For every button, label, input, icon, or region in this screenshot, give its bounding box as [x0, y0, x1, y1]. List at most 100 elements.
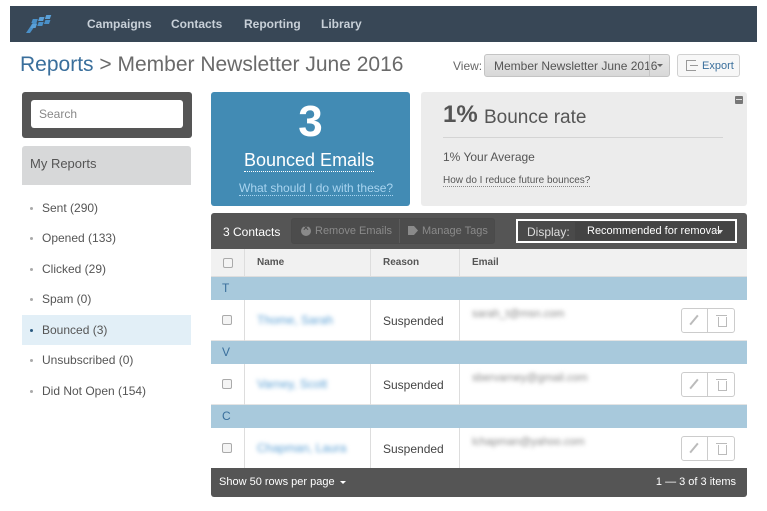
bounce-reason: Suspended — [383, 378, 444, 392]
cell-reason: Suspended — [371, 364, 460, 405]
sidebar-item-label: Did Not Open (154) — [42, 384, 147, 398]
sidebar-item-opened[interactable]: Opened (133) — [22, 223, 191, 253]
bounce-rate-value: 1% — [443, 101, 478, 128]
bullet-icon — [30, 359, 33, 362]
tag-icon — [408, 226, 418, 235]
manage-tags-button[interactable]: Manage Tags — [400, 219, 496, 243]
sidebar-item-label: Spam (0) — [42, 292, 92, 306]
sidebar-item-label: Opened (133) — [42, 231, 117, 245]
bullet-icon — [30, 390, 33, 393]
caret-down-icon — [657, 64, 663, 67]
search-container — [22, 92, 192, 138]
table-row: Varney, Scott Suspended sbervarney@gmail… — [211, 364, 747, 405]
delete-trash-icon[interactable] — [709, 373, 735, 396]
sidebar-item-spam[interactable]: Spam (0) — [22, 284, 191, 314]
collapse-icon[interactable] — [735, 96, 743, 104]
select-all-checkbox[interactable] — [223, 258, 233, 268]
remove-emails-label: Remove Emails — [315, 225, 393, 237]
caret-down-icon — [717, 230, 723, 234]
bounced-emails-link[interactable]: Bounced Emails — [244, 150, 375, 172]
contact-name-link[interactable]: Varney, Scott — [257, 377, 327, 391]
header-email[interactable]: Email — [460, 249, 747, 277]
header-select-all — [211, 249, 245, 277]
cell-checkbox — [211, 300, 245, 341]
breadcrumb: Reports > Member Newsletter June 2016 — [20, 53, 403, 77]
display-select[interactable]: Recommended for removal — [575, 222, 735, 240]
my-reports-header: My Reports — [22, 146, 191, 185]
row-actions — [681, 372, 735, 397]
export-label: Export — [702, 60, 734, 72]
bounce-rate-card: 1% Bounce rate 1% Your Average How do I … — [421, 92, 747, 206]
bullet-icon — [30, 237, 33, 240]
sidebar-item-unsubscribed[interactable]: Unsubscribed (0) — [22, 345, 191, 375]
nav-campaigns[interactable]: Campaigns — [87, 17, 152, 31]
contact-email: sbervarney@gmail.com — [472, 372, 588, 384]
sidebar-item-sent[interactable]: Sent (290) — [22, 193, 191, 223]
edit-pencil-icon[interactable] — [682, 373, 708, 396]
row-actions — [681, 308, 735, 333]
display-select-value: Recommended for removal — [587, 225, 720, 237]
pagination-info: 1 — 3 of 3 items — [655, 476, 736, 488]
sidebar-item-bounced[interactable]: Bounced (3) — [22, 315, 191, 345]
header-name-label: Name — [257, 257, 285, 268]
bullet-icon — [30, 298, 33, 301]
sidebar-item-clicked[interactable]: Clicked (29) — [22, 254, 191, 284]
view-select[interactable]: Member Newsletter June 2016 — [484, 54, 670, 77]
reduce-bounces-link[interactable]: How do I reduce future bounces? — [443, 175, 591, 187]
group-letter: V — [222, 345, 231, 359]
contact-name-link[interactable]: Thome, Sarah — [257, 313, 333, 327]
export-button[interactable]: Export — [677, 54, 740, 77]
rows-per-page-label: Show 50 rows per page — [219, 476, 335, 488]
breadcrumb-reports-link[interactable]: Reports — [20, 53, 94, 76]
edit-pencil-icon[interactable] — [682, 309, 708, 332]
contacts-count: 3 Contacts — [223, 225, 281, 239]
group-header-row: C — [211, 405, 747, 428]
nav-contacts[interactable]: Contacts — [171, 17, 222, 31]
my-reports-title: My Reports — [30, 156, 97, 171]
table-footer: Show 50 rows per page 1 — 3 of 3 items — [211, 468, 747, 497]
display-filter: Display: Recommended for removal — [516, 219, 737, 243]
search-input[interactable] — [31, 100, 183, 128]
cell-reason: Suspended — [371, 300, 460, 341]
rows-per-page-select[interactable]: Show 50 rows per page — [219, 476, 346, 488]
view-select-value: Member Newsletter June 2016 — [494, 59, 658, 73]
nav-reporting[interactable]: Reporting — [244, 17, 301, 31]
brand-logo-icon[interactable] — [24, 13, 54, 35]
cell-name: Varney, Scott — [245, 364, 371, 405]
sidebar-item-did-not-open[interactable]: Did Not Open (154) — [22, 376, 191, 406]
contact-email: sarah_t@msn.com — [472, 308, 565, 320]
header-name[interactable]: Name — [245, 249, 371, 277]
header-email-label: Email — [472, 257, 499, 268]
remove-emails-button[interactable]: Remove Emails — [292, 219, 400, 243]
table-row: Thome, Sarah Suspended sarah_t@msn.com — [211, 300, 747, 341]
contact-email: lchapman@yahoo.com — [472, 436, 585, 448]
edit-pencil-icon[interactable] — [682, 437, 708, 460]
sidebar-item-label: Clicked (29) — [42, 262, 107, 276]
cell-checkbox — [211, 428, 245, 469]
delete-trash-icon[interactable] — [709, 437, 735, 460]
row-checkbox[interactable] — [222, 379, 232, 389]
view-label: View: — [453, 59, 483, 73]
sidebar-item-label: Bounced (3) — [42, 323, 108, 337]
row-checkbox[interactable] — [222, 315, 232, 325]
bounce-reason: Suspended — [383, 442, 444, 456]
breadcrumb-current: Member Newsletter June 2016 — [117, 53, 404, 76]
delete-trash-icon[interactable] — [709, 309, 735, 332]
view-select-toggle[interactable] — [649, 55, 669, 76]
nav-library[interactable]: Library — [321, 17, 362, 31]
row-checkbox[interactable] — [222, 443, 232, 453]
bounced-help-link[interactable]: What should I do with these? — [239, 181, 394, 196]
cell-reason: Suspended — [371, 428, 460, 469]
cell-email: sbervarney@gmail.com — [460, 364, 747, 405]
sidebar-item-label: Unsubscribed (0) — [42, 353, 134, 367]
bullet-icon — [30, 329, 33, 332]
sidebar-item-label: Sent (290) — [42, 201, 99, 215]
bullet-icon — [30, 268, 33, 271]
cell-name: Chapman, Laura — [245, 428, 371, 469]
contact-name-link[interactable]: Chapman, Laura — [257, 441, 346, 455]
caret-down-icon — [339, 480, 346, 484]
cell-email: lchapman@yahoo.com — [460, 428, 747, 469]
bounced-count: 3 — [298, 97, 323, 146]
bounce-reason: Suspended — [383, 314, 444, 328]
header-reason[interactable]: Reason — [371, 249, 460, 277]
